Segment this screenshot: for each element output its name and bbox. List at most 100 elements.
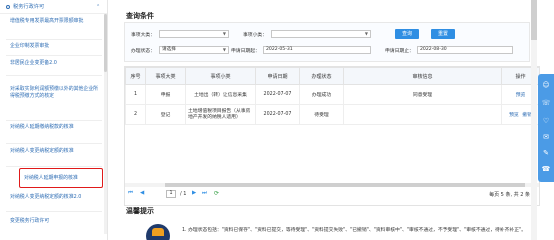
major-category-select[interactable]: ▼ <box>159 30 229 38</box>
reset-button[interactable]: 重置 <box>431 29 455 39</box>
sidebar-item-label: 对采取实际利润额预缴以外的其他企业所得税预缴方式的核定 <box>10 86 99 99</box>
feedback-icon[interactable]: ✉ <box>541 132 551 142</box>
pagination: ⏮ ◀ 1 / 1 ▶ ⏭ ⟳ 每页 5 条, 共 2 条 <box>126 190 530 200</box>
favorite-icon[interactable]: ♡ <box>541 116 551 126</box>
cell-audit <box>343 104 502 125</box>
prev-page-icon[interactable]: ◀ <box>140 190 144 196</box>
search-button[interactable]: 查询 <box>395 29 419 39</box>
divider <box>6 75 102 76</box>
date-start-input[interactable]: 2022-05-31 <box>263 46 371 54</box>
tips-title: 温馨提示 <box>126 207 154 215</box>
col-header-status: 办理状态 <box>299 67 344 85</box>
page-number-input[interactable]: 1 <box>166 190 176 198</box>
sidebar-group-label: 税务行政许可 <box>13 4 45 10</box>
group-bullet-icon <box>6 4 10 9</box>
chevron-up-icon[interactable]: ⌃ <box>96 4 100 10</box>
floating-toolbar: ☺ ☏ ♡ ✉ ✎ ☎ <box>538 74 554 182</box>
status-select-value: 请选择 <box>162 47 176 52</box>
table-horizontal-scrollbar[interactable] <box>125 183 539 187</box>
minor-category-select[interactable]: ▼ <box>271 30 371 38</box>
sidebar-item-label: 对纳税人变更纳税定额的核准2.0 <box>10 194 82 200</box>
sidebar-item-prepay-method[interactable]: 对采取实际利润额预缴以外的其他企业所得税预缴方式的核定 <box>10 86 100 100</box>
first-page-icon[interactable]: ⏮ <box>128 190 133 197</box>
col-header-date: 申请日期 <box>255 67 300 85</box>
sidebar-item-quota-change[interactable]: 对纳税人变更纳税定额的核准 <box>10 148 100 155</box>
status-select[interactable]: 请选择 ▼ <box>159 46 229 54</box>
date-end-input[interactable]: 2022-08-30 <box>417 46 513 54</box>
refresh-icon[interactable]: ⟳ <box>214 190 219 197</box>
sidebar-item-license-change[interactable]: 变更税务行政许可 <box>10 218 100 225</box>
edit-icon[interactable]: ✎ <box>541 148 551 158</box>
preview-link[interactable]: 预览 <box>509 113 519 118</box>
divider <box>6 143 102 144</box>
cell-date: 2022-07-07 <box>255 84 300 105</box>
scrollbar-thumb[interactable] <box>531 0 537 40</box>
main-content: 查询条件 事项大类： ▼ 事项小类： ▼ 查询 重置 办理状态： 请选择 ▼ 申… <box>112 0 540 240</box>
date-start-value: 2022-05-31 <box>266 47 293 52</box>
cell-no: 1 <box>125 84 146 105</box>
col-header-audit: 审核信息 <box>343 67 502 85</box>
col-header-no: 序号 <box>125 67 146 85</box>
cell-date: 2022-07-07 <box>255 104 300 125</box>
cell-status: 待受理 <box>299 104 344 125</box>
major-category-label: 事项大类： <box>131 33 155 38</box>
cell-minor: 土地增值税项目报告（从事房地产开发的纳税人适用） <box>185 104 256 125</box>
date-end-label: 申请日期止： <box>385 49 414 54</box>
active-item-highlight <box>19 168 103 188</box>
query-panel: 事项大类： ▼ 事项小类： ▼ 查询 重置 办理状态： 请选择 ▼ 申请日期起：… <box>124 22 530 62</box>
sidebar-group-header[interactable]: 税务行政许可 ⌃ <box>0 0 107 14</box>
assistant-avatar-icon <box>146 224 170 240</box>
divider <box>6 211 102 212</box>
divider <box>6 120 102 121</box>
sidebar-item-label: 企业印制发票审批 <box>10 43 50 49</box>
col-header-minor: 事项小类 <box>185 67 256 85</box>
table-header-row: 序号 事项大类 事项小类 申请日期 办理状态 审核信息 操作 <box>125 67 540 85</box>
phone-icon[interactable]: ☎ <box>541 164 551 174</box>
results-table-container: 序号 事项大类 事项小类 申请日期 办理状态 审核信息 操作 1 申报 土地出（… <box>124 66 540 206</box>
sidebar-item-deferred-payment[interactable]: 对纳税人延期缴纳税款的核准 <box>10 124 100 131</box>
col-header-major: 事项大类 <box>145 67 186 85</box>
page-scrollbar[interactable] <box>531 0 537 240</box>
cell-audit: 同意受理 <box>343 84 502 105</box>
sidebar-item-invoice-print[interactable]: 企业印制发票审批 <box>10 43 100 50</box>
divider <box>6 55 102 56</box>
chat-icon[interactable]: ☺ <box>541 80 551 90</box>
sidebar-item-invoice-limit[interactable]: 增值税专用发票最高开票限额审批 <box>10 18 100 25</box>
scrollbar-thumb[interactable] <box>165 183 525 187</box>
cell-no: 2 <box>125 104 146 125</box>
sidebar-item-label: 变更税务行政许可 <box>10 218 50 224</box>
sidebar-item-label: 对纳税人变更纳税定额的核准 <box>10 148 74 154</box>
divider <box>6 39 102 40</box>
chevron-down-icon: ▼ <box>364 31 368 36</box>
sidebar: 税务行政许可 ⌃ 增值税专用发票最高开票限额审批 企业印制发票审批 非居民企业变… <box>0 0 108 240</box>
query-section-title: 查询条件 <box>126 12 154 20</box>
sidebar-item-label: 增值税专用发票最高开票限额审批 <box>10 18 84 24</box>
table-row: 2 登记 土地增值税项目报告（从事房地产开发的纳税人适用） 2022-07-07… <box>125 104 540 125</box>
cell-major: 申报 <box>145 84 186 105</box>
sidebar-item-nonresident[interactable]: 非居民企业变更备2.0 <box>10 60 100 67</box>
scrollbar-thumb[interactable] <box>104 14 107 72</box>
next-page-icon[interactable]: ▶ <box>192 190 196 196</box>
tips-text: 1. 办理状态包括："资料已保存"、"资料已提交，等待受理"、"资料提交失败"、… <box>182 228 526 233</box>
divider <box>6 166 102 167</box>
chevron-down-icon: ▼ <box>222 47 226 52</box>
sidebar-scrollbar[interactable] <box>104 14 107 234</box>
minor-category-label: 事项小类： <box>243 33 267 38</box>
page-summary: 每页 5 条, 共 2 条 <box>489 192 530 198</box>
sidebar-item-quota-change-2[interactable]: 对纳税人变更纳税定额的核准2.0 <box>10 194 100 201</box>
sidebar-item-label: 非居民企业变更备2.0 <box>10 60 57 66</box>
cell-major: 登记 <box>145 104 186 125</box>
page-total: / 1 <box>180 191 187 197</box>
last-page-icon[interactable]: ⏭ <box>202 190 207 197</box>
sidebar-item-label: 对纳税人延期缴纳税款的核准 <box>10 124 74 130</box>
preview-link[interactable]: 预览 <box>516 93 526 98</box>
cell-minor: 土地出（转）让信息采集 <box>185 84 256 105</box>
cell-status: 办理成功 <box>299 84 344 105</box>
date-start-label: 申请日期起： <box>231 49 260 54</box>
chevron-down-icon: ▼ <box>222 31 226 36</box>
table-row: 1 申报 土地出（转）让信息采集 2022-07-07 办理成功 同意受理 预览 <box>125 84 540 105</box>
results-table: 序号 事项大类 事项小类 申请日期 办理状态 审核信息 操作 1 申报 土地出（… <box>125 67 540 125</box>
status-label: 办理状态： <box>131 49 155 54</box>
service-icon[interactable]: ☏ <box>541 98 551 108</box>
date-end-value: 2022-08-30 <box>420 47 447 52</box>
